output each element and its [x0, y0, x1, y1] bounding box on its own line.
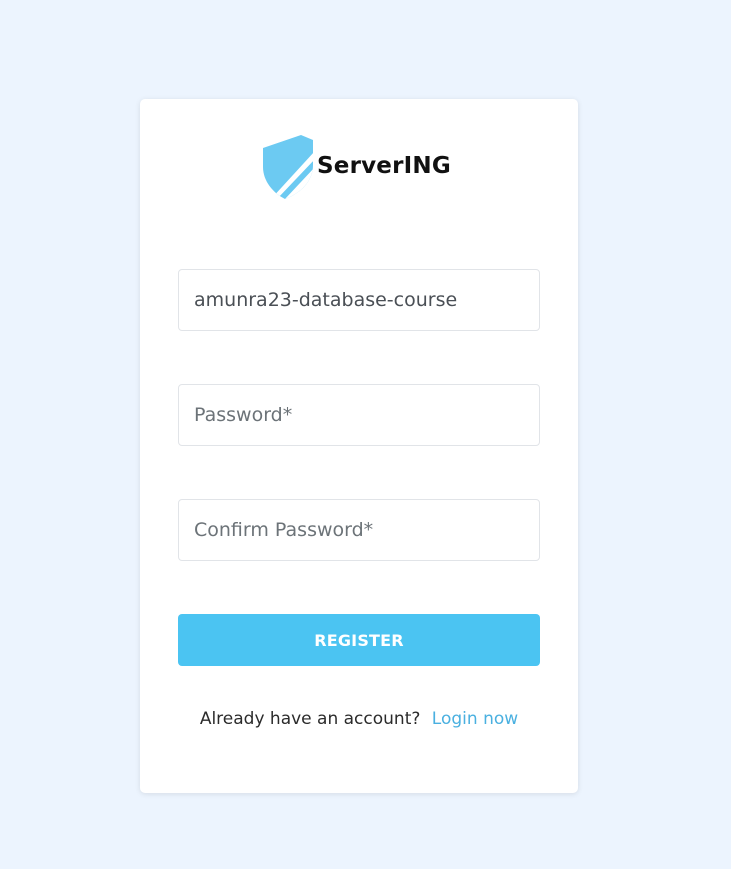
register-card: ServerING REGISTER Already have an accou… — [140, 99, 578, 793]
username-field[interactable] — [178, 269, 540, 331]
brand-name: ServerING — [317, 153, 451, 179]
login-now-link[interactable]: Login now — [432, 709, 518, 729]
confirm-password-field[interactable] — [178, 499, 540, 561]
login-prompt: Already have an account? Login now — [140, 709, 578, 729]
password-field[interactable] — [178, 384, 540, 446]
shield-icon — [261, 135, 313, 199]
login-prompt-text: Already have an account? — [199, 709, 421, 729]
brand-logo: ServerING — [261, 135, 451, 199]
register-button[interactable]: REGISTER — [178, 614, 540, 666]
